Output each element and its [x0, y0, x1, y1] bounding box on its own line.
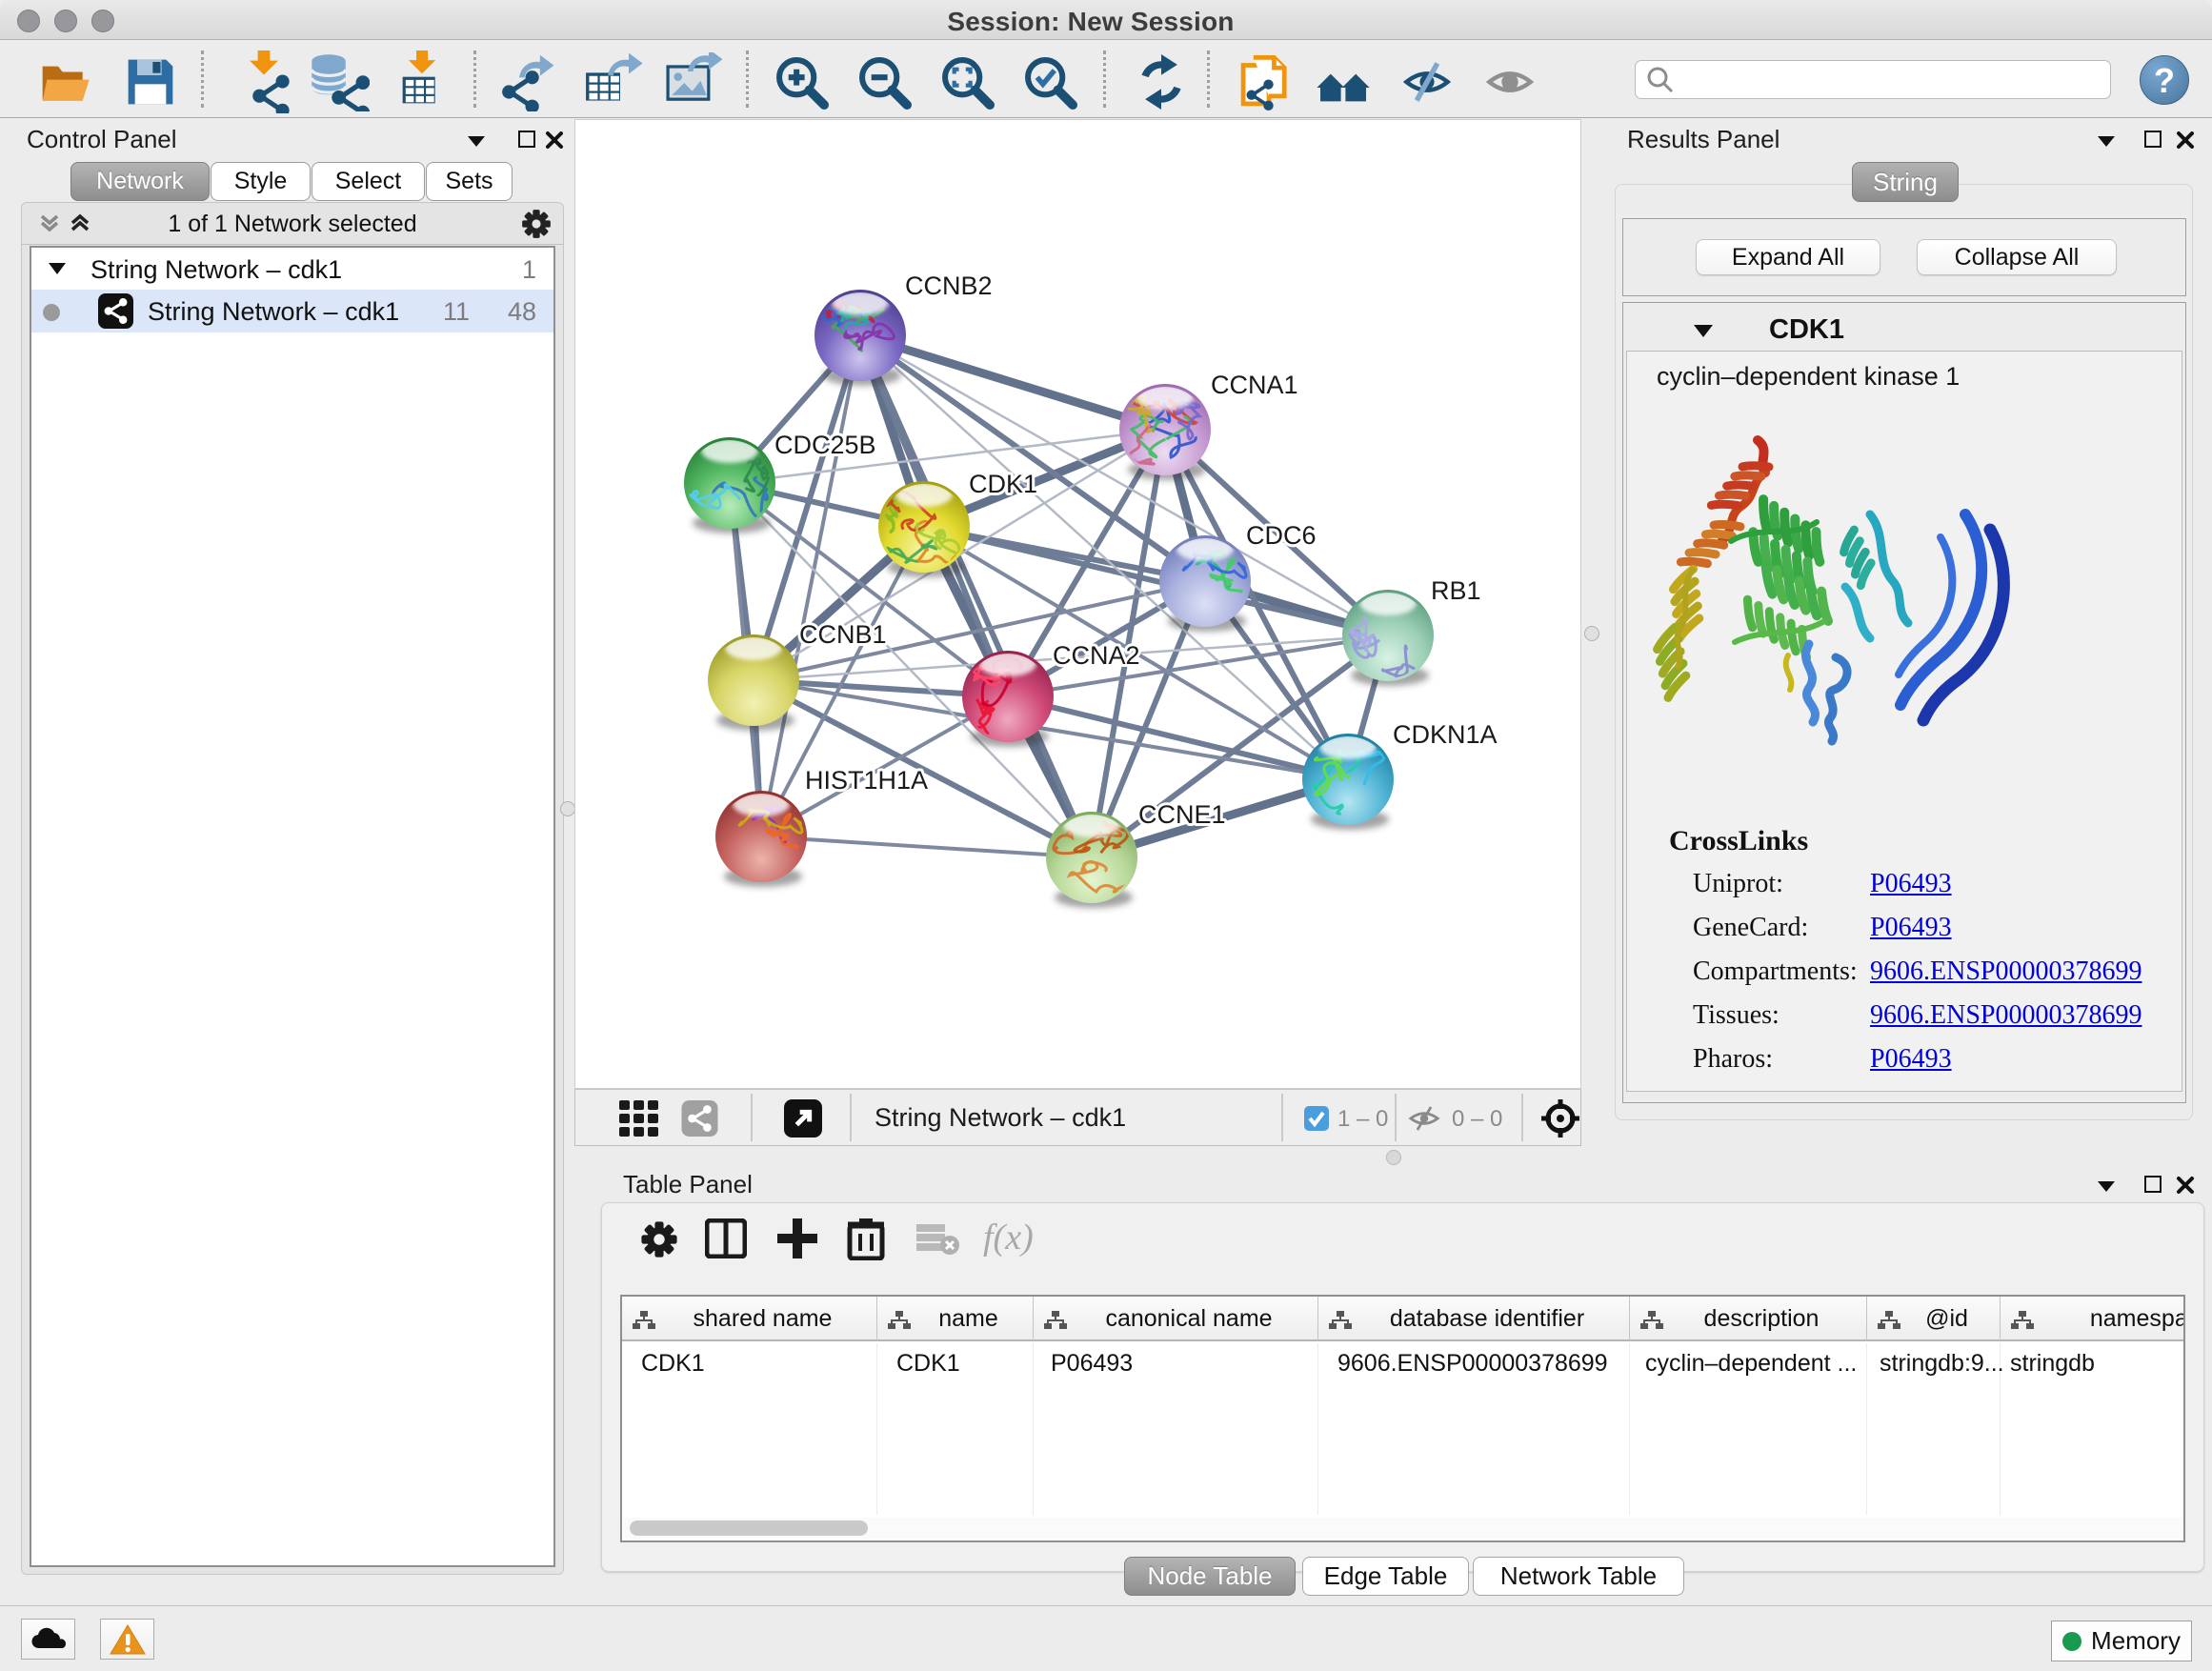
svg-text:CDK1: CDK1	[969, 470, 1037, 498]
svg-text:CDC25B: CDC25B	[774, 431, 876, 459]
svg-text:CCNA2: CCNA2	[1053, 641, 1140, 670]
svg-text:CCNB2: CCNB2	[905, 272, 993, 300]
svg-text:CCNE1: CCNE1	[1138, 800, 1226, 829]
svg-text:CDKN1A: CDKN1A	[1393, 720, 1498, 749]
svg-text:CCNB1: CCNB1	[799, 620, 887, 649]
svg-text:CCNA1: CCNA1	[1211, 371, 1298, 399]
svg-text:HIST1H1A: HIST1H1A	[805, 766, 928, 795]
svg-text:RB1: RB1	[1431, 576, 1481, 605]
svg-text:CDC6: CDC6	[1246, 521, 1317, 550]
